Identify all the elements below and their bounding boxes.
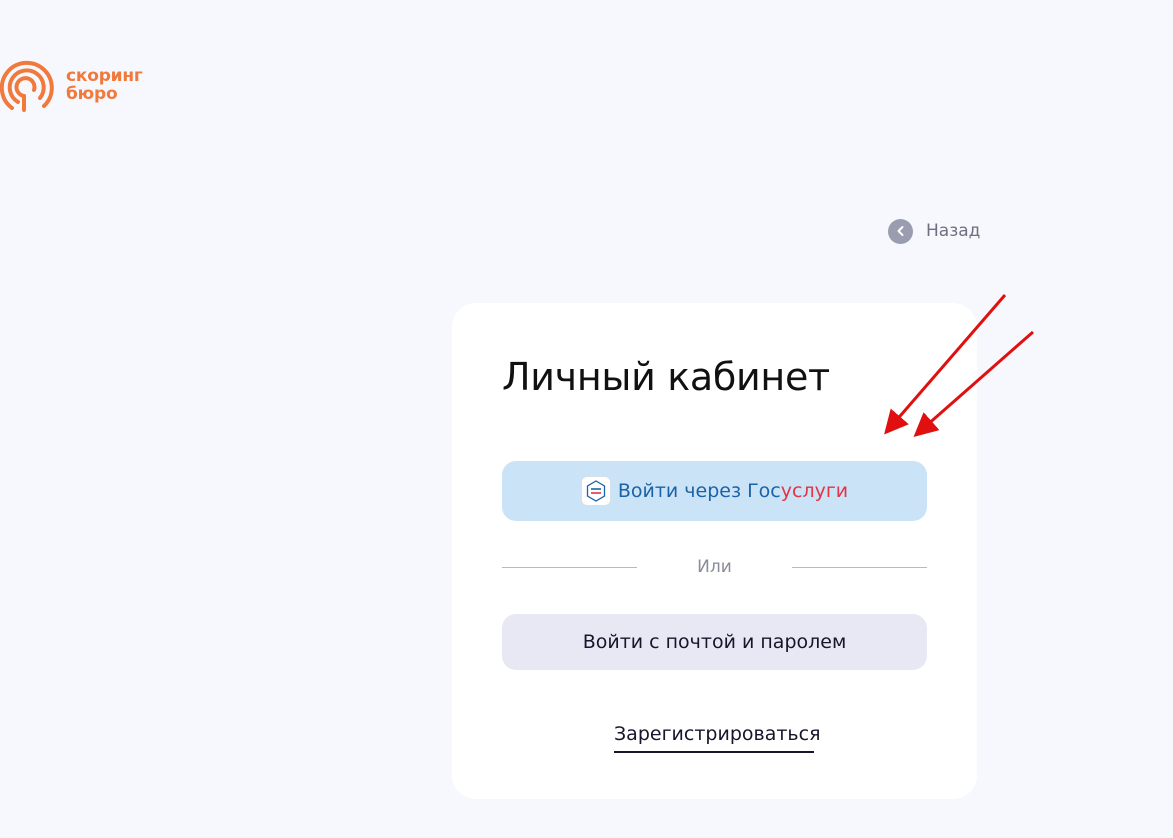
brand-name: скоринг бюро [66, 67, 143, 103]
gosuslugi-label-suffix: услуги [780, 480, 849, 502]
back-label: Назад [926, 221, 981, 241]
page-title: Личный кабинет [502, 355, 830, 399]
email-password-login-button[interactable]: Войти с почтой и паролем [502, 614, 927, 670]
gosuslugi-logo-icon [580, 476, 611, 506]
gosuslugi-label-prefix: Войти через Гос [617, 480, 781, 502]
or-divider: Или [502, 555, 927, 579]
brand-name-line2: бюро [66, 84, 118, 104]
gosuslugi-login-button[interactable]: Войти через Госуслуги [502, 461, 927, 521]
annotation-arrows [884, 294, 1034, 437]
scoring-logo-icon [0, 60, 54, 112]
gosuslugi-button-label: Войти через Госуслуги [618, 480, 848, 502]
register-link[interactable]: Зарегистрироваться [614, 723, 821, 753]
divider-line-right [792, 567, 927, 568]
brand-name-line1: скоринг [66, 66, 143, 86]
chevron-left-icon [888, 218, 913, 244]
back-link[interactable]: Назад [888, 218, 980, 244]
annotation-arrow-2 [913, 330, 1034, 437]
